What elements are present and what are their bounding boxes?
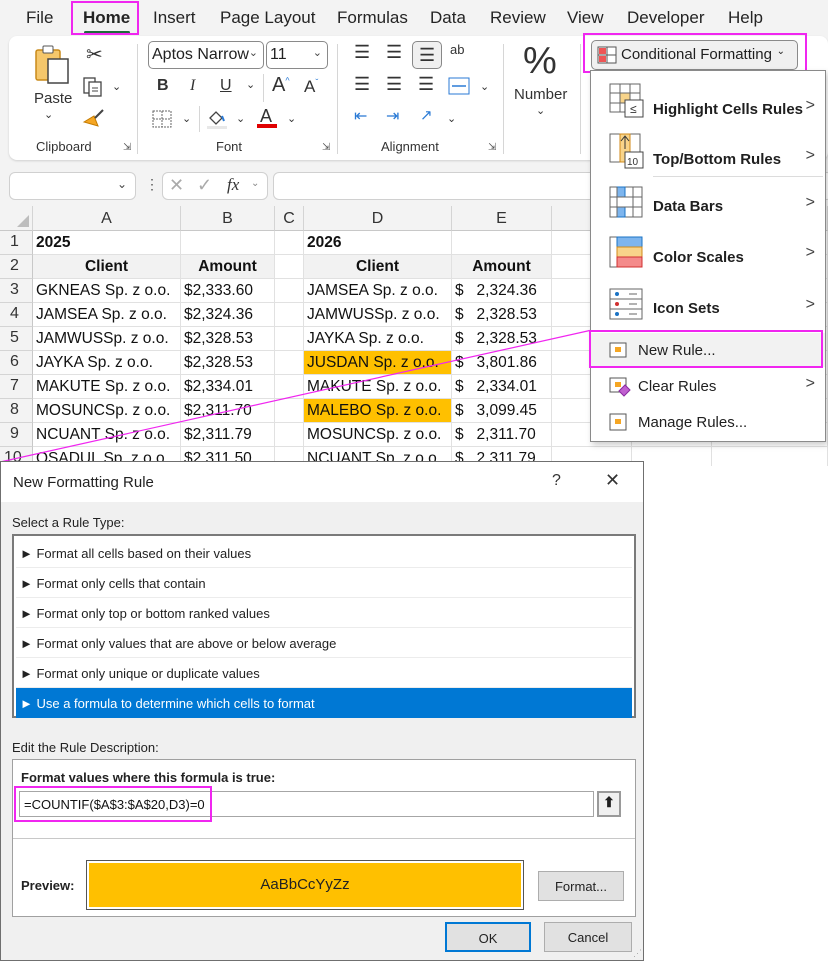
menu-item-icon-sets[interactable]: Icon Sets > [591,283,825,333]
formula-field[interactable]: =COUNTIF($A$3:$A$20,D3)=0 [19,791,594,817]
preview-text: AaBbCcYyZz [89,863,521,907]
submenu-arrow-icon: > [805,296,815,313]
highlight-cells-rules-icon: ≤ [609,83,644,118]
resize-grip-icon[interactable]: ⋰ [633,948,642,959]
rule-type-item[interactable]: ► Format only top or bottom ranked value… [16,598,632,628]
data-bars-icon [609,186,643,218]
collapse-dialog-icon: ⬆ [603,794,615,810]
submenu-arrow-icon: > [805,244,815,261]
close-button[interactable]: ✕ [605,470,620,491]
menu-item-top-bottom-rules[interactable]: 10 Top/Bottom Rules > [591,129,825,177]
rule-type-item[interactable]: ► Format only unique or duplicate values [16,658,632,688]
submenu-arrow-icon: > [805,97,815,114]
rule-type-item[interactable]: ► Format only values that are above or b… [16,628,632,658]
dialog-title-bar: New Formatting Rule ? ✕ [1,462,643,502]
menu-item-label: New Rule... [638,342,716,359]
svg-text:10: 10 [627,157,639,168]
manage-rules-icon [609,413,627,431]
ok-button[interactable]: OK [445,922,531,952]
menu-item-label: Data Bars [653,198,724,215]
menu-item-label: Icon Sets [653,300,720,317]
dialog-title: New Formatting Rule [13,474,154,491]
menu-item-data-bars[interactable]: Data Bars > [591,181,825,231]
new-formatting-rule-dialog: New Formatting Rule ? ✕ Select a Rule Ty… [0,461,644,961]
menu-item-highlight-cells-rules[interactable]: ≤ Highlight Cells Rules > [591,79,825,127]
rule-type-list: ► Format all cells based on their values… [12,534,636,718]
format-button[interactable]: Format... [538,871,624,901]
menu-item-clear-rules[interactable]: Clear Rules > [591,369,825,403]
preview-label: Preview: [21,878,75,893]
menu-item-new-rule[interactable]: New Rule... [591,333,825,367]
icon-sets-icon [609,288,643,320]
menu-item-label: Highlight Cells Rules [653,101,804,118]
formula-field-value: =COUNTIF($A$3:$A$20,D3)=0 [24,797,205,812]
annotation-line [0,329,593,463]
new-rule-icon [609,342,627,358]
rule-type-item[interactable]: ► Format only cells that contain [16,568,632,598]
formula-label: Format values where this formula is true… [21,770,276,785]
top-bottom-rules-icon: 10 [609,133,644,169]
collapse-dialog-button[interactable]: ⬆ [597,791,621,817]
svg-text:≤: ≤ [630,102,637,116]
color-scales-icon [609,236,643,268]
help-button[interactable]: ? [552,472,561,490]
rule-description-panel: Format values where this formula is true… [12,759,636,917]
rule-type-item[interactable]: ► Format all cells based on their values [16,538,632,568]
format-preview: AaBbCcYyZz [86,860,524,910]
menu-item-label: Color Scales [653,249,744,266]
divider [13,838,635,839]
clear-rules-icon [609,377,631,397]
submenu-arrow-icon: > [805,147,815,164]
menu-separator [653,176,823,177]
menu-item-label: Manage Rules... [638,414,748,431]
cancel-button[interactable]: Cancel [544,922,632,952]
conditional-formatting-menu: ≤ Highlight Cells Rules > 10 Top/Bottom … [590,70,826,442]
menu-item-color-scales[interactable]: Color Scales > [591,231,825,283]
edit-description-label: Edit the Rule Description: [12,740,159,755]
menu-item-label: Top/Bottom Rules [653,151,782,168]
submenu-arrow-icon: > [805,375,815,392]
rule-type-item-selected[interactable]: ► Use a formula to determine which cells… [16,688,632,718]
submenu-arrow-icon: > [805,194,815,211]
menu-item-label: Clear Rules [638,378,717,395]
menu-item-manage-rules[interactable]: Manage Rules... [591,405,825,439]
select-rule-type-label: Select a Rule Type: [12,515,125,530]
